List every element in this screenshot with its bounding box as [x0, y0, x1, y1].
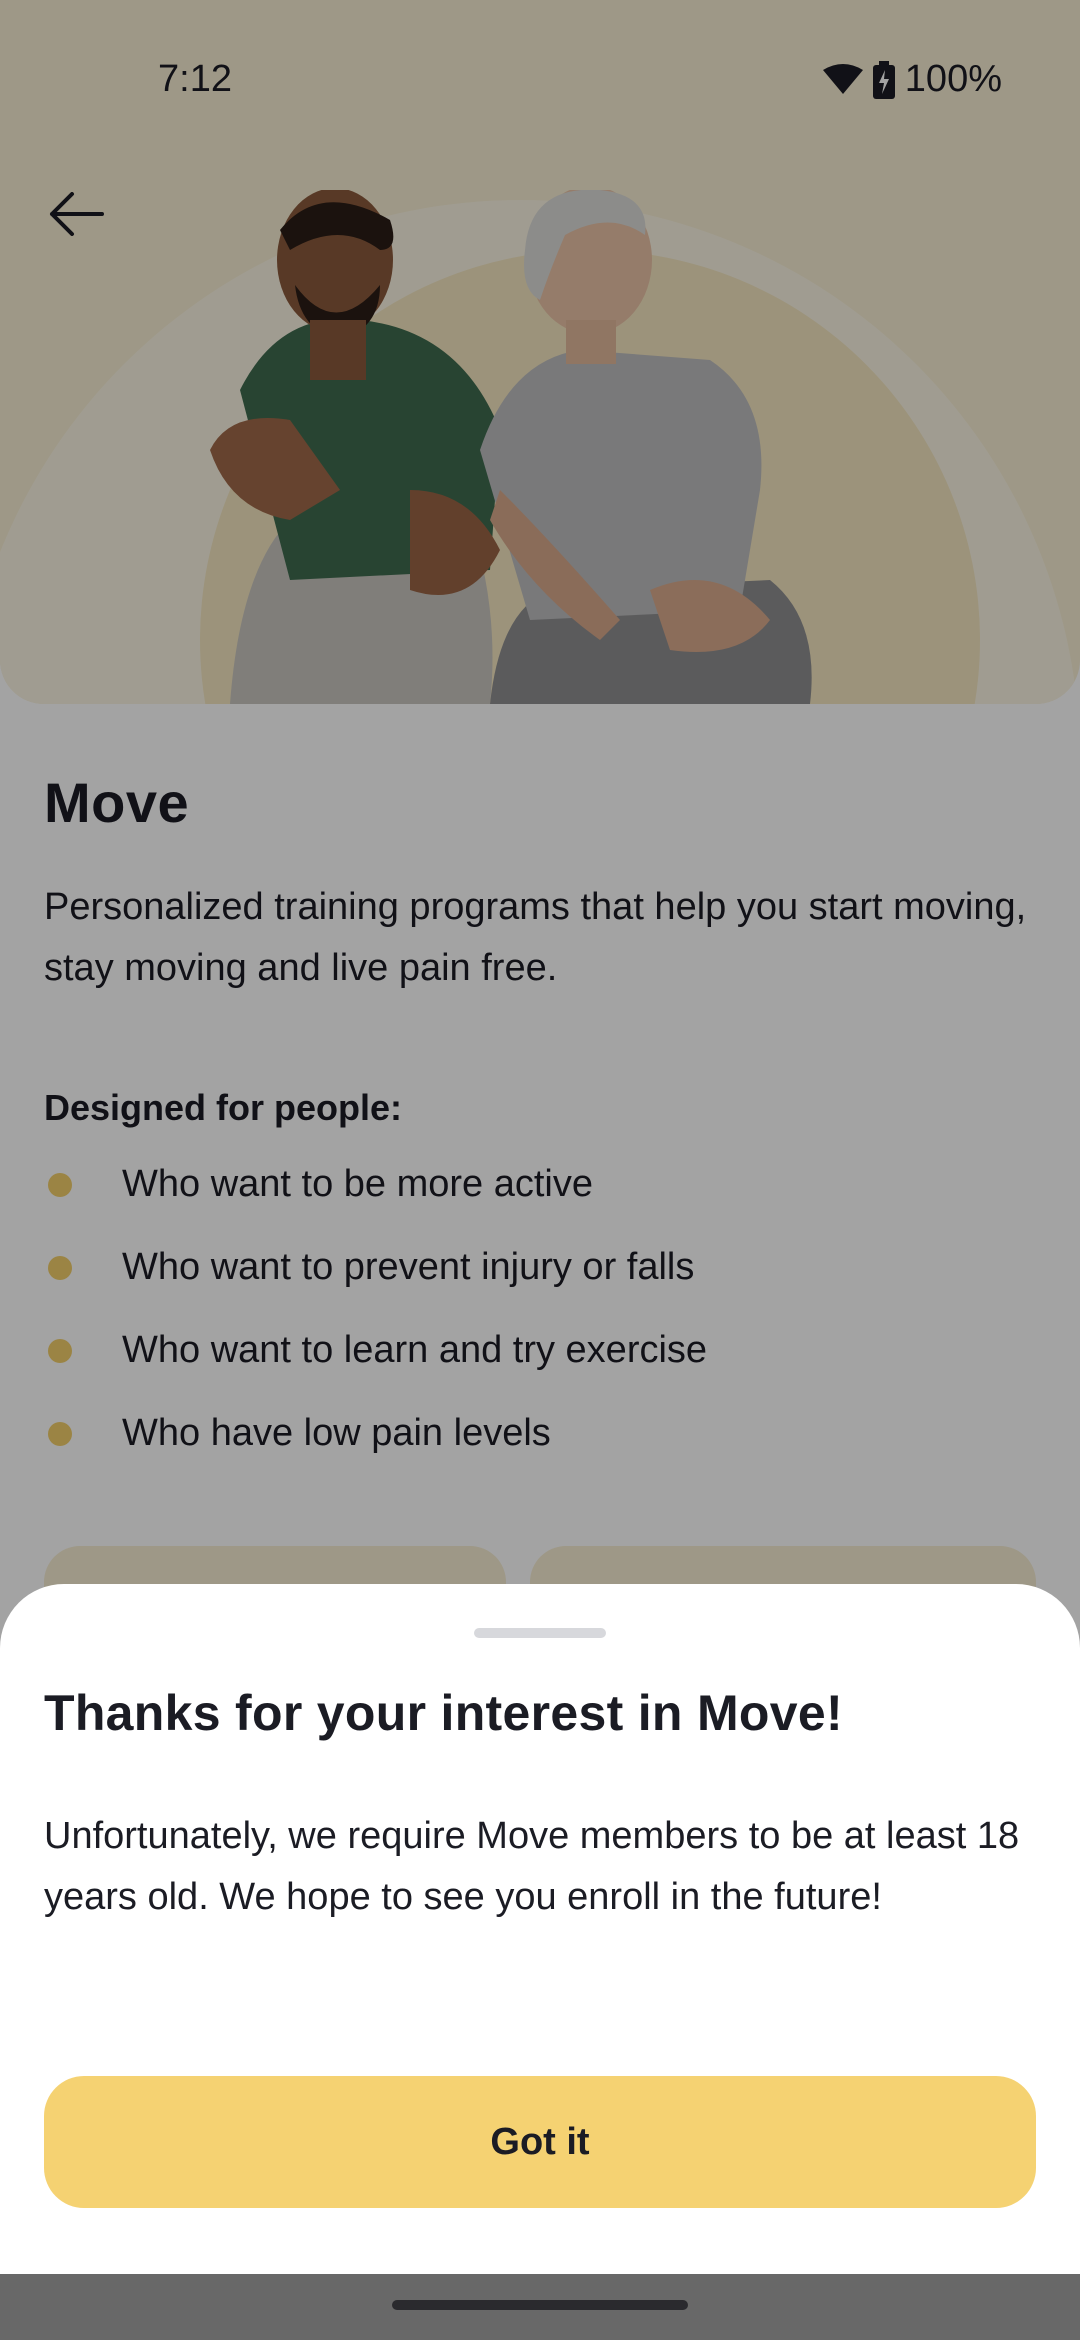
sheet-message: Unfortunately, we require Move members t…: [44, 1815, 1020, 1918]
bottom-sheet: Thanks for your interest in Move! Unfort…: [0, 1584, 1080, 2274]
sheet-title: Thanks for your interest in Move!: [44, 1685, 843, 1741]
sheet-drag-handle[interactable]: [474, 1628, 606, 1638]
got-it-button[interactable]: Got it: [44, 2076, 1036, 2208]
home-indicator[interactable]: [392, 2300, 688, 2310]
